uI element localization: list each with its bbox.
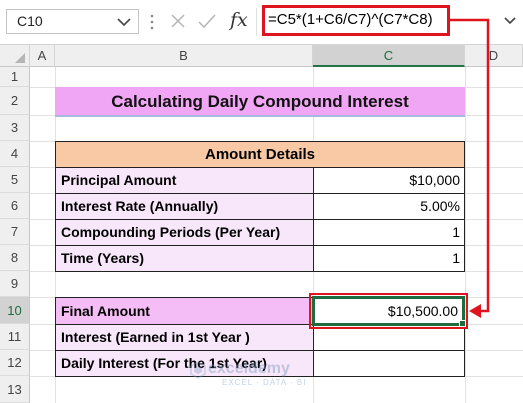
final-amount-label-cell[interactable]: Final Amount	[55, 297, 314, 325]
expand-formula-bar-icon[interactable]	[503, 16, 517, 26]
column-header-d[interactable]: D	[465, 45, 523, 67]
row-header-8[interactable]: 8	[0, 245, 30, 271]
interest-rate-label-cell[interactable]: Interest Rate (Annually)	[55, 193, 314, 220]
row-header-13[interactable]: 13	[0, 376, 30, 403]
row-header-2[interactable]: 2	[0, 87, 30, 115]
select-all-triangle-icon	[15, 53, 25, 63]
chevron-down-icon[interactable]	[115, 15, 133, 29]
row-header-5[interactable]: 5	[0, 167, 30, 193]
daily-interest-value-cell[interactable]	[313, 350, 465, 377]
principal-label-cell[interactable]: Principal Amount	[55, 167, 314, 194]
row-header-10[interactable]: 10	[0, 297, 30, 324]
compounding-periods-value-cell[interactable]: 1	[313, 219, 465, 246]
exceldemy-logo-icon	[190, 361, 206, 379]
row-header-11[interactable]: 11	[0, 324, 30, 350]
formula-callout-box	[262, 5, 450, 36]
principal-value-cell[interactable]: $10,000	[313, 167, 465, 194]
formula-bar-divider	[256, 8, 257, 36]
cancel-icon[interactable]	[170, 13, 186, 29]
column-header-b[interactable]: B	[55, 45, 313, 67]
column-header-a[interactable]: A	[30, 45, 55, 67]
watermark-name: exceldemy	[208, 360, 290, 377]
details-table-header[interactable]: Amount Details	[55, 141, 465, 168]
result-callout-box	[309, 293, 468, 329]
row-header-3[interactable]: 3	[0, 115, 30, 141]
row-header-9[interactable]: 9	[0, 271, 30, 297]
compounding-periods-label-cell[interactable]: Compounding Periods (Per Year)	[55, 219, 314, 246]
interest-rate-value-cell[interactable]: 5.00%	[313, 193, 465, 220]
name-box-value: C10	[17, 13, 43, 29]
row-header-7[interactable]: 7	[0, 219, 30, 245]
row-header-12[interactable]: 12	[0, 350, 30, 376]
sheet-title[interactable]: Calculating Daily Compound Interest	[55, 87, 465, 117]
more-icon	[150, 14, 154, 30]
row-header-6[interactable]: 6	[0, 193, 30, 219]
row-header-4[interactable]: 4	[0, 141, 30, 167]
time-years-value-cell[interactable]: 1	[313, 245, 465, 272]
gridline	[465, 67, 466, 403]
column-header-c[interactable]: C	[313, 45, 465, 67]
name-box[interactable]: C10	[6, 9, 139, 34]
watermark-tagline: EXCEL · DATA · BI	[222, 378, 307, 387]
time-years-label-cell[interactable]: Time (Years)	[55, 245, 314, 272]
interest-earned-label-cell[interactable]: Interest (Earned in 1st Year )	[55, 324, 314, 351]
enter-check-icon[interactable]	[197, 13, 217, 29]
row-header-1[interactable]: 1	[0, 67, 30, 87]
insert-function-icon[interactable]: fx	[230, 9, 248, 31]
